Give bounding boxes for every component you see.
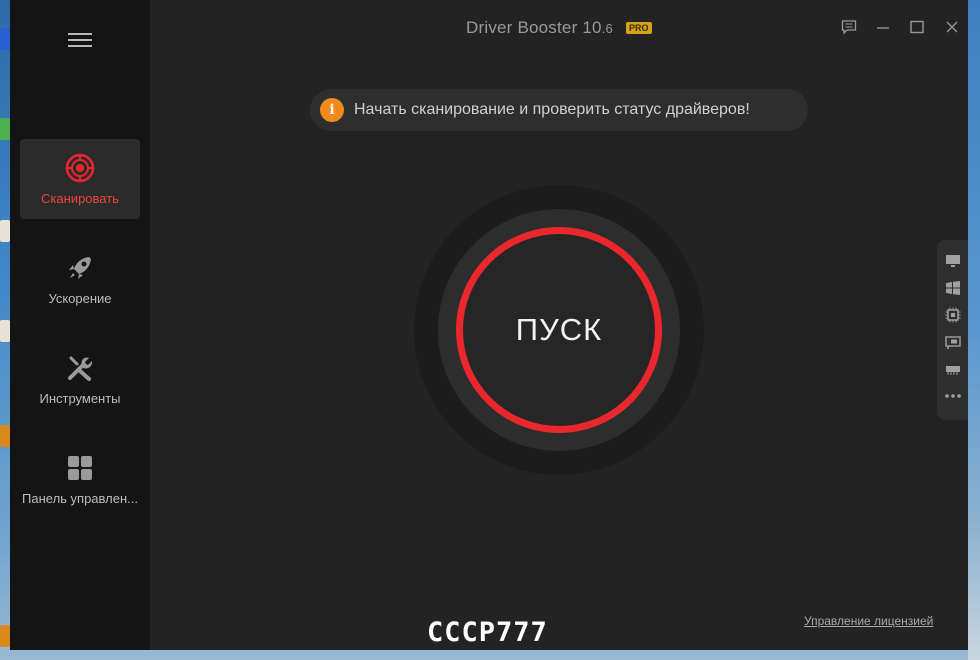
sidebar-item-boost[interactable]: Ускорение [20,239,140,319]
sidebar-item-label: Панель управлен... [22,490,138,506]
tools-icon [65,353,95,383]
close-icon[interactable] [941,16,963,38]
sidebar-item-tools[interactable]: Инструменты [20,339,140,419]
scan-ring-middle: ПУСК [438,209,680,451]
dashboard-icon [65,453,95,483]
sidebar-item-scan[interactable]: Сканировать [20,139,140,219]
rocket-icon [65,253,95,283]
pro-badge: PRO [626,22,652,34]
manage-license-link[interactable]: Управление лицензией [804,614,933,628]
maximize-icon[interactable] [906,16,928,38]
hardware-side-panel [937,240,968,420]
app-title-main: Driver Booster 10 [466,18,602,37]
info-icon: i [320,98,344,122]
desktop-icon[interactable] [0,625,10,647]
app-title-version: .6 [601,21,613,36]
desktop-strip [0,0,10,660]
monitor-icon[interactable] [942,250,964,272]
memory-icon[interactable] [942,358,964,380]
sidebar-item-label: Инструменты [39,390,121,406]
windows-icon[interactable] [942,277,964,299]
minimize-icon[interactable] [872,16,894,38]
scan-tip: i Начать сканирование и проверить статус… [310,89,808,131]
more-icon[interactable] [942,385,964,407]
start-scan-label: ПУСК [515,312,603,347]
network-card-icon[interactable] [942,331,964,353]
app-window: Сканировать Ускорение Инструменты Панель… [10,0,968,650]
sidebar: Сканировать Ускорение Инструменты Панель… [10,0,150,650]
hamburger-icon[interactable] [68,33,92,49]
tip-text: Начать сканирование и проверить статус д… [354,101,750,118]
scan-icon [65,153,95,183]
desktop-icon[interactable] [0,425,10,447]
desktop-icon[interactable] [0,320,10,342]
app-title: Driver Booster 10.6 [466,18,613,38]
main-panel: Driver Booster 10.6 PRO i Начать сканиро… [150,0,968,650]
watermark-text: CCCP777 [427,617,548,648]
sidebar-item-dashboard[interactable]: Панель управлен... [20,439,140,519]
desktop-background [968,0,980,660]
cpu-icon[interactable] [942,304,964,326]
scan-ring-outer: ПУСК [414,185,704,475]
feedback-icon[interactable] [838,16,860,38]
sidebar-item-label: Ускорение [48,290,112,306]
desktop-icon[interactable] [0,28,10,50]
desktop-icon[interactable] [0,220,10,242]
desktop-icon[interactable] [0,118,10,140]
start-scan-button[interactable]: ПУСК [456,227,662,433]
sidebar-item-label: Сканировать [41,190,119,206]
